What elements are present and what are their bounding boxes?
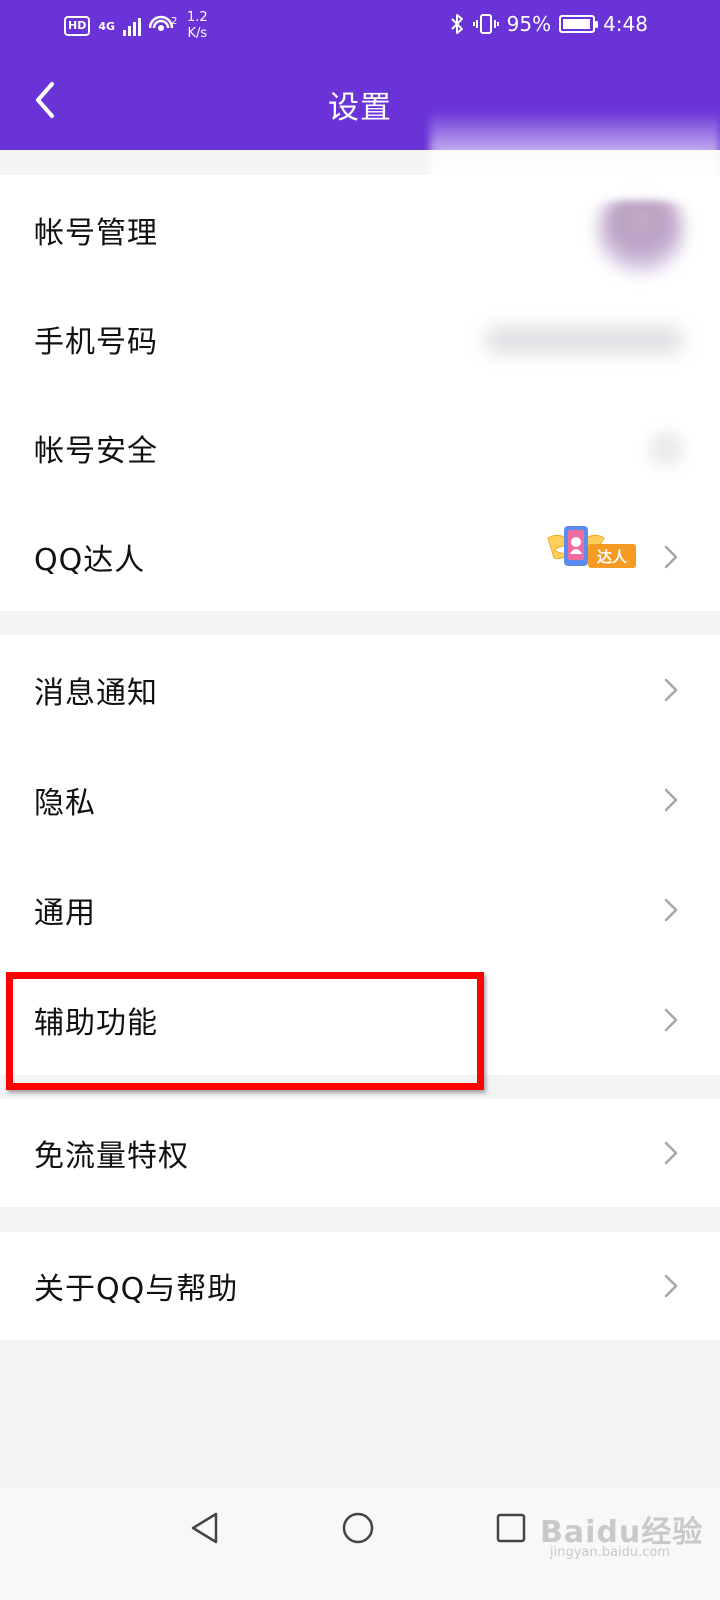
daren-badge-label: 达人 [596,548,627,566]
settings-item-label: 手机号码 [34,324,158,360]
status-right: 95% 4:48 [449,12,648,36]
battery-percent: 95% [506,12,552,36]
settings-group-account: 帐号管理 手机号码 帐号安全 QQ达人 达人 [0,175,720,611]
battery-icon [559,15,599,33]
vibrate-icon [472,14,499,34]
chevron-right-icon [664,678,678,702]
settings-group-data: 免流量特权 [0,1099,720,1207]
settings-item-label: 免流量特权 [34,1139,189,1174]
settings-item-label: 通用 [34,896,96,931]
settings-item-privacy[interactable]: 隐私 [0,745,720,855]
chevron-right-icon [664,545,678,568]
settings-item-account-security[interactable]: 帐号安全 [0,393,720,502]
chevron-right-icon [664,898,678,922]
settings-item-notifications[interactable]: 消息通知 [0,635,720,745]
watermark: Baidu经验 jingyan.baidu.com [540,1497,720,1567]
system-nav-bar: Baidu经验 jingyan.baidu.com [0,1487,720,1600]
nav-back-icon[interactable] [188,1511,222,1545]
phone-number-value [484,326,684,354]
security-status [648,431,684,467]
highlight-annotation [6,972,484,1090]
settings-item-free-data[interactable]: 免流量特权 [0,1099,720,1207]
privacy-blur-overlay [430,110,720,200]
speed-value: 1.2 [187,10,208,25]
chevron-right-icon [664,1141,678,1165]
chevron-right-icon [664,1274,678,1298]
bluetooth-icon [450,14,463,34]
settings-item-about-help[interactable]: 关于QQ与帮助 [0,1232,720,1340]
settings-item-label: 帐号管理 [34,215,158,251]
nav-home-icon[interactable] [341,1511,375,1545]
chevron-right-icon [664,788,678,812]
status-bar: HD 4G 2 1.2 K/s 95% 4:48 [0,0,720,52]
hotspot-icon: 2 [149,15,177,31]
settings-item-label: 帐号安全 [34,433,158,469]
network-speed: 1.2 K/s [187,10,208,42]
settings-item-phone-number[interactable]: 手机号码 [0,284,720,393]
watermark-sub: jingyan.baidu.com [550,1545,670,1560]
hotspot-count: 2 [171,16,177,27]
settings-item-label: QQ达人 [34,542,146,578]
settings-item-qq-daren[interactable]: QQ达人 达人 [0,502,720,611]
status-left: HD 4G 2 1.2 K/s [64,10,208,42]
settings-item-general[interactable]: 通用 [0,855,720,965]
nav-recent-apps-icon[interactable] [496,1513,526,1543]
settings-item-label: 消息通知 [34,676,158,711]
chevron-right-icon [664,1008,678,1032]
signal-icon [123,16,142,36]
settings-group-about: 关于QQ与帮助 [0,1232,720,1340]
speed-unit: K/s [187,26,208,41]
hd-badge: HD [64,16,91,36]
network-type: 4G [98,19,116,33]
clock: 4:48 [603,12,648,36]
settings-item-label: 关于QQ与帮助 [34,1272,239,1307]
settings-item-label: 隐私 [34,786,96,821]
